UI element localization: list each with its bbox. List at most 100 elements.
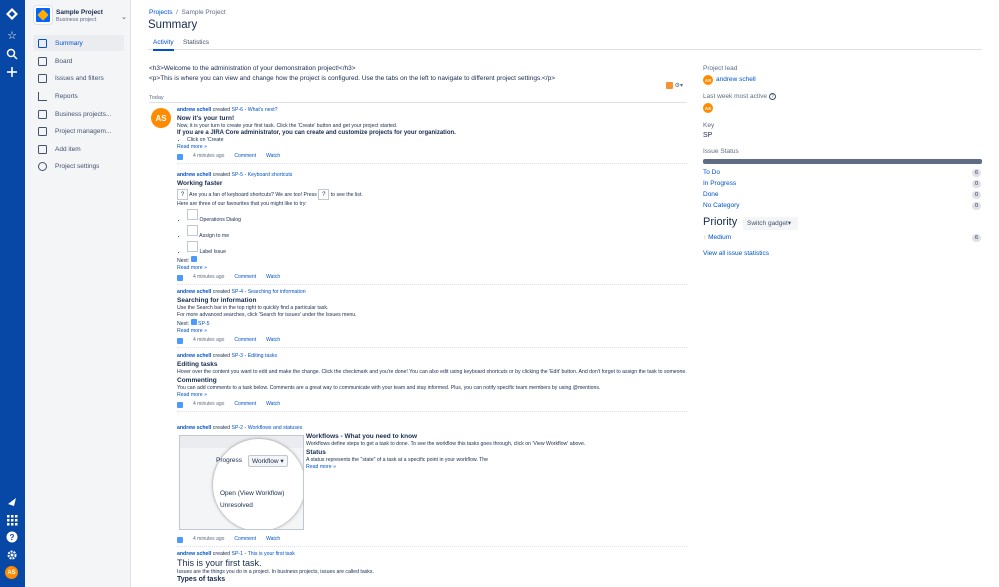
comment-link[interactable]: Comment xyxy=(234,536,256,543)
issue-summary-link[interactable]: Editing tasks xyxy=(248,353,277,359)
sidebar-item-reports[interactable]: Reports xyxy=(33,88,124,104)
status-row[interactable]: In Progress 0 xyxy=(703,180,982,189)
next-issue-link[interactable]: SP-5 xyxy=(198,321,210,327)
view-all-statistics-link[interactable]: View all issue statistics xyxy=(703,250,769,257)
chevron-down-icon[interactable]: ⌄ xyxy=(121,13,127,21)
switch-gadget-button[interactable]: Switch gadget▾ xyxy=(743,217,798,230)
shortcut-label: Operations Dialog xyxy=(199,217,241,223)
priority-row[interactable]: ↑ Medium 6 xyxy=(703,234,982,243)
activity-entry: andrew schell created SP-5 - Keyboard sh… xyxy=(177,172,687,285)
help-icon[interactable]: ? xyxy=(768,93,776,100)
issue-summary-link[interactable]: Searching for information xyxy=(248,289,306,295)
comment-link[interactable]: Comment xyxy=(234,274,256,281)
issue-key-link[interactable]: SP-6 xyxy=(232,107,244,113)
entry-title: Workflows - What you need to know xyxy=(306,433,418,440)
jira-logo-icon[interactable] xyxy=(5,7,19,21)
tab-statistics[interactable]: Statistics xyxy=(183,39,209,49)
watch-link[interactable]: Watch xyxy=(266,274,280,281)
comment-link[interactable]: Comment xyxy=(234,153,256,160)
breadcrumb-separator: / xyxy=(176,9,178,16)
entry-text: For more advanced searches, click 'Searc… xyxy=(177,312,357,318)
read-more-link[interactable]: Read more » xyxy=(177,392,207,398)
read-more-link[interactable]: Read more » xyxy=(306,464,336,470)
status-name[interactable]: Done xyxy=(703,191,719,198)
activity-entry: andrew schell created SP-3 - Editing tas… xyxy=(177,353,687,412)
status-name[interactable]: In Progress xyxy=(703,180,736,187)
issue-key-link[interactable]: SP-1 xyxy=(232,551,244,557)
next-label: Next: xyxy=(177,321,190,327)
project-lead-link[interactable]: andrew schell xyxy=(716,76,756,83)
user-link[interactable]: andrew schell xyxy=(177,289,211,295)
status-row[interactable]: Done 0 xyxy=(703,191,982,200)
read-more-link[interactable]: Read more » xyxy=(177,265,207,271)
activity-avatar[interactable]: AS xyxy=(151,108,171,128)
sidebar-item-issues[interactable]: Issues and filters xyxy=(33,70,124,86)
issue-summary-link[interactable]: This is your first task xyxy=(248,551,295,557)
comment-link[interactable]: Comment xyxy=(234,401,256,408)
gear-icon[interactable]: ⚙▾ xyxy=(675,83,683,89)
watch-link[interactable]: Watch xyxy=(266,536,280,543)
sidebar-item-board[interactable]: Board xyxy=(33,53,124,69)
issue-summary-link[interactable]: What's next? xyxy=(248,107,278,113)
user-link[interactable]: andrew schell xyxy=(177,551,211,557)
lead-avatar[interactable]: AS xyxy=(703,75,713,85)
image-open-status: Open (View Workflow) xyxy=(220,490,285,497)
user-link[interactable]: andrew schell xyxy=(177,425,211,431)
search-icon[interactable] xyxy=(5,47,19,61)
status-row[interactable]: No Category 0 xyxy=(703,202,982,211)
entry-head: andrew schell created SP-1 - This is you… xyxy=(177,551,295,557)
entry-subtitle: Commenting xyxy=(177,377,217,384)
sidebar-item-business-projects[interactable]: Business projects... xyxy=(33,106,124,122)
breadcrumb-projects[interactable]: Projects xyxy=(149,9,172,16)
sidebar-item-project-management[interactable]: Project managem... xyxy=(33,123,124,139)
user-avatar[interactable]: AS xyxy=(5,566,18,579)
issue-key-link[interactable]: SP-3 xyxy=(232,353,244,359)
active-user-avatar[interactable]: AS xyxy=(703,103,713,113)
board-icon xyxy=(38,56,47,66)
status-name[interactable]: No Category xyxy=(703,202,740,209)
issue-key-link[interactable]: SP-5 xyxy=(232,172,244,178)
entry-title: Working faster xyxy=(177,180,223,187)
watch-link[interactable]: Watch xyxy=(266,401,280,408)
notifications-icon[interactable] xyxy=(5,495,19,509)
breadcrumb-sample-project[interactable]: Sample Project xyxy=(182,9,226,16)
comment-link[interactable]: Comment xyxy=(234,337,256,344)
sidebar-item-project-settings[interactable]: Project settings xyxy=(33,158,124,174)
app-switcher-icon[interactable] xyxy=(5,513,19,527)
entry-text: Now, it is your turn to create your firs… xyxy=(177,123,398,129)
entry-verb: created xyxy=(212,289,231,295)
entry-head: andrew schell created SP-5 - Keyboard sh… xyxy=(177,172,293,178)
status-name[interactable]: To Do xyxy=(703,169,720,176)
tab-activity[interactable]: Activity xyxy=(153,39,174,51)
user-link[interactable]: andrew schell xyxy=(177,107,211,113)
divider xyxy=(149,102,687,103)
entry-body: Workflows - What you need to know Workfl… xyxy=(306,432,596,471)
rss-icon[interactable] xyxy=(666,82,673,89)
entry-text: Hover over the content you want to edit … xyxy=(177,369,687,375)
user-link[interactable]: andrew schell xyxy=(177,172,211,178)
settings-icon[interactable] xyxy=(5,548,19,562)
status-progress-bar[interactable] xyxy=(703,159,982,164)
priority-title: Priority xyxy=(703,216,738,228)
star-icon[interactable]: ☆ xyxy=(5,29,19,43)
sidebar-item-add-item[interactable]: Add item xyxy=(33,141,124,157)
read-more-link[interactable]: Read more » xyxy=(177,144,207,150)
read-more-link[interactable]: Read more » xyxy=(177,328,207,334)
project-header[interactable]: Sample Project Business project ⌄ xyxy=(34,6,127,26)
issue-summary-link[interactable]: Workflows and statuses xyxy=(248,425,303,431)
project-type: Business project xyxy=(56,17,97,23)
activity-entry: andrew schell created SP-4 - Searching f… xyxy=(177,289,687,348)
sidebar-item-label: Business projects... xyxy=(55,110,112,118)
user-link[interactable]: andrew schell xyxy=(177,353,211,359)
priority-name[interactable]: ↑ Medium xyxy=(703,234,731,241)
issue-key-link[interactable]: SP-2 xyxy=(232,425,244,431)
watch-link[interactable]: Watch xyxy=(266,337,280,344)
help-icon[interactable]: ? xyxy=(5,530,19,544)
issue-summary-link[interactable]: Keyboard shortcuts xyxy=(248,172,293,178)
issue-key-link[interactable]: SP-4 xyxy=(232,289,244,295)
status-row[interactable]: To Do 6 xyxy=(703,169,982,178)
sidebar-item-summary[interactable]: Summary xyxy=(33,35,124,51)
create-icon[interactable] xyxy=(5,65,19,79)
watch-link[interactable]: Watch xyxy=(266,153,280,160)
svg-text:?: ? xyxy=(10,533,15,542)
